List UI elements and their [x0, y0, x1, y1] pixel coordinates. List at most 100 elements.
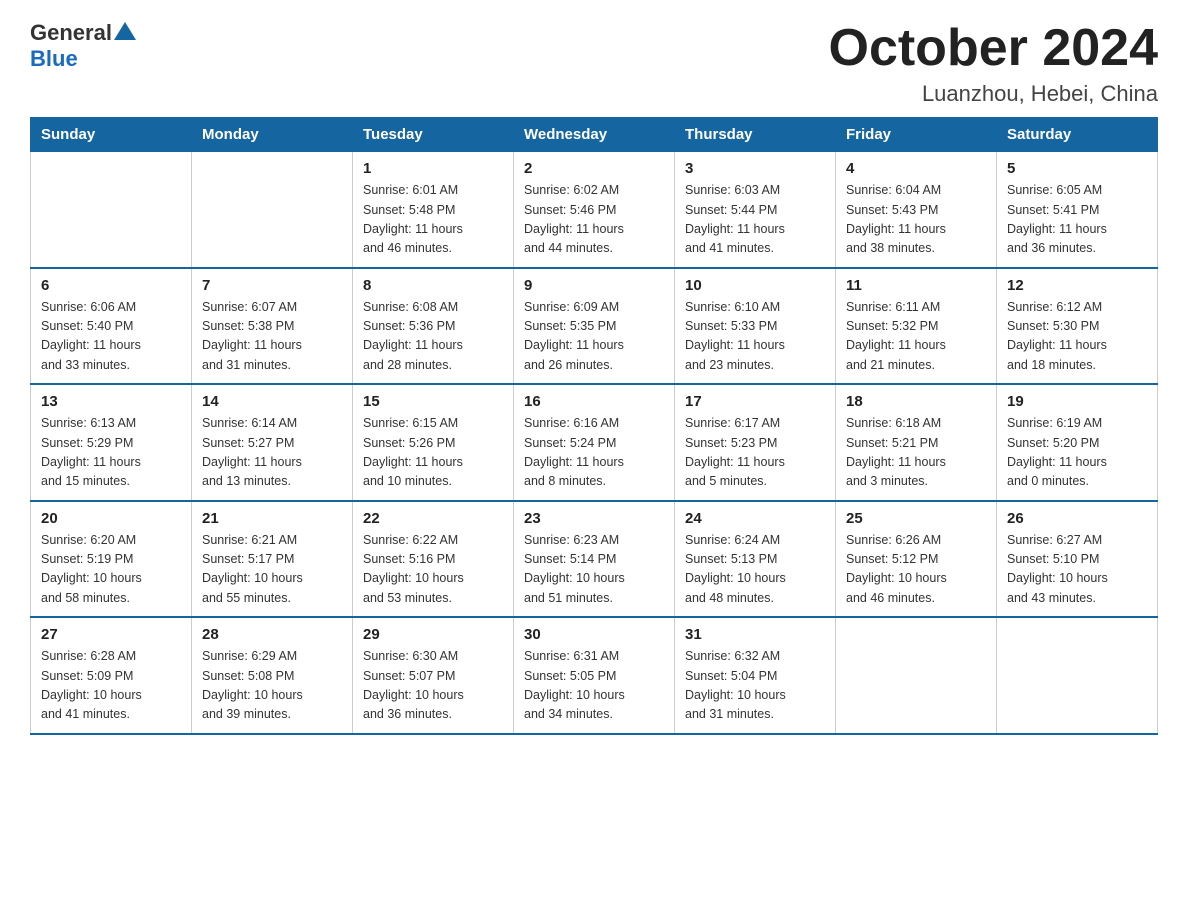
day-info: Sunrise: 6:28 AM Sunset: 5:09 PM Dayligh…	[41, 647, 181, 725]
day-number: 22	[363, 510, 503, 527]
day-number: 8	[363, 277, 503, 294]
calendar-cell: 25 Sunrise: 6:26 AM Sunset: 5:12 PM Dayli…	[836, 501, 997, 618]
page-header: General Blue October 2024 Luanzhou, Hebe…	[30, 20, 1158, 107]
day-number: 25	[846, 510, 986, 527]
day-number: 16	[524, 393, 664, 410]
day-info: Sunrise: 6:30 AM Sunset: 5:07 PM Dayligh…	[363, 647, 503, 725]
calendar-cell: 14 Sunrise: 6:14 AM Sunset: 5:27 PM Dayli…	[192, 384, 353, 501]
day-number: 10	[685, 277, 825, 294]
day-number: 11	[846, 277, 986, 294]
day-number: 3	[685, 160, 825, 177]
day-info: Sunrise: 6:08 AM Sunset: 5:36 PM Dayligh…	[363, 298, 503, 376]
week-row-4: 20Sunrise: 6:20 AM Sunset: 5:19 PM Dayli…	[31, 501, 1158, 618]
day-info: Sunrise: 6:14 AM Sunset: 5:27 PM Dayligh…	[202, 414, 342, 492]
day-number: 24	[685, 510, 825, 527]
header-saturday: Saturday	[997, 118, 1158, 152]
calendar-cell: 2Sunrise: 6:02 AM Sunset: 5:46 PM Daylig…	[514, 152, 675, 268]
day-info: Sunrise: 6:06 AM Sunset: 5:40 PM Dayligh…	[41, 298, 181, 376]
day-info: Sunrise: 6:13 AM Sunset: 5:29 PM Dayligh…	[41, 414, 181, 492]
header-wednesday: Wednesday	[514, 118, 675, 152]
day-info: Sunrise: 6:02 AM Sunset: 5:46 PM Dayligh…	[524, 181, 664, 259]
header-friday: Friday	[836, 118, 997, 152]
day-info: Sunrise: 6:32 AM Sunset: 5:04 PM Dayligh…	[685, 647, 825, 725]
calendar-cell: 16 Sunrise: 6:16 AM Sunset: 5:24 PM Dayli…	[514, 384, 675, 501]
day-info: Sunrise: 6:16 AM Sunset: 5:24 PM Dayligh…	[524, 414, 664, 492]
calendar-table: SundayMondayTuesdayWednesdayThursdayFrid…	[30, 117, 1158, 735]
calendar-cell: 19Sunrise: 6:19 AM Sunset: 5:20 PM Dayli…	[997, 384, 1158, 501]
day-number: 27	[41, 626, 181, 643]
day-info: Sunrise: 6:05 AM Sunset: 5:41 PM Dayligh…	[1007, 181, 1147, 259]
day-number: 17	[685, 393, 825, 410]
calendar-cell: 13 Sunrise: 6:13 AM Sunset: 5:29 PM Dayli…	[31, 384, 192, 501]
day-info: Sunrise: 6:24 AM Sunset: 5:13 PM Dayligh…	[685, 531, 825, 609]
day-number: 1	[363, 160, 503, 177]
day-number: 23	[524, 510, 664, 527]
header-tuesday: Tuesday	[353, 118, 514, 152]
calendar-cell: 31 Sunrise: 6:32 AM Sunset: 5:04 PM Dayli…	[675, 617, 836, 734]
day-info: Sunrise: 6:22 AM Sunset: 5:16 PM Dayligh…	[363, 531, 503, 609]
calendar-cell: 1Sunrise: 6:01 AM Sunset: 5:48 PM Daylig…	[353, 152, 514, 268]
calendar-cell: 6 Sunrise: 6:06 AM Sunset: 5:40 PM Daylig…	[31, 268, 192, 385]
day-info: Sunrise: 6:10 AM Sunset: 5:33 PM Dayligh…	[685, 298, 825, 376]
header-thursday: Thursday	[675, 118, 836, 152]
day-info: Sunrise: 6:23 AM Sunset: 5:14 PM Dayligh…	[524, 531, 664, 609]
day-number: 6	[41, 277, 181, 294]
calendar-cell: 24 Sunrise: 6:24 AM Sunset: 5:13 PM Dayli…	[675, 501, 836, 618]
day-info: Sunrise: 6:21 AM Sunset: 5:17 PM Dayligh…	[202, 531, 342, 609]
day-number: 18	[846, 393, 986, 410]
day-info: Sunrise: 6:15 AM Sunset: 5:26 PM Dayligh…	[363, 414, 503, 492]
logo: General Blue	[30, 20, 136, 72]
day-info: Sunrise: 6:17 AM Sunset: 5:23 PM Dayligh…	[685, 414, 825, 492]
calendar-cell: 28 Sunrise: 6:29 AM Sunset: 5:08 PM Dayli…	[192, 617, 353, 734]
day-info: Sunrise: 6:18 AM Sunset: 5:21 PM Dayligh…	[846, 414, 986, 492]
calendar-cell: 3Sunrise: 6:03 AM Sunset: 5:44 PM Daylig…	[675, 152, 836, 268]
calendar-cell: 29 Sunrise: 6:30 AM Sunset: 5:07 PM Dayli…	[353, 617, 514, 734]
day-number: 5	[1007, 160, 1147, 177]
day-number: 4	[846, 160, 986, 177]
calendar-cell: 4 Sunrise: 6:04 AM Sunset: 5:43 PM Daylig…	[836, 152, 997, 268]
day-info: Sunrise: 6:29 AM Sunset: 5:08 PM Dayligh…	[202, 647, 342, 725]
day-number: 13	[41, 393, 181, 410]
calendar-cell	[997, 617, 1158, 734]
calendar-cell: 11 Sunrise: 6:11 AM Sunset: 5:32 PM Dayli…	[836, 268, 997, 385]
header-monday: Monday	[192, 118, 353, 152]
calendar-cell	[31, 152, 192, 268]
calendar-cell: 20Sunrise: 6:20 AM Sunset: 5:19 PM Dayli…	[31, 501, 192, 618]
day-info: Sunrise: 6:12 AM Sunset: 5:30 PM Dayligh…	[1007, 298, 1147, 376]
calendar-cell: 22 Sunrise: 6:22 AM Sunset: 5:16 PM Dayli…	[353, 501, 514, 618]
week-row-1: 1Sunrise: 6:01 AM Sunset: 5:48 PM Daylig…	[31, 152, 1158, 268]
week-row-2: 6 Sunrise: 6:06 AM Sunset: 5:40 PM Daylig…	[31, 268, 1158, 385]
calendar-subtitle: Luanzhou, Hebei, China	[829, 81, 1159, 107]
calendar-cell: 30 Sunrise: 6:31 AM Sunset: 5:05 PM Dayli…	[514, 617, 675, 734]
calendar-cell: 15 Sunrise: 6:15 AM Sunset: 5:26 PM Dayli…	[353, 384, 514, 501]
title-block: October 2024 Luanzhou, Hebei, China	[829, 20, 1159, 107]
day-info: Sunrise: 6:20 AM Sunset: 5:19 PM Dayligh…	[41, 531, 181, 609]
calendar-cell: 12Sunrise: 6:12 AM Sunset: 5:30 PM Dayli…	[997, 268, 1158, 385]
calendar-cell: 18 Sunrise: 6:18 AM Sunset: 5:21 PM Dayli…	[836, 384, 997, 501]
day-number: 29	[363, 626, 503, 643]
calendar-title: October 2024	[829, 20, 1159, 77]
day-number: 15	[363, 393, 503, 410]
day-number: 26	[1007, 510, 1147, 527]
day-number: 28	[202, 626, 342, 643]
day-number: 19	[1007, 393, 1147, 410]
day-info: Sunrise: 6:07 AM Sunset: 5:38 PM Dayligh…	[202, 298, 342, 376]
day-info: Sunrise: 6:11 AM Sunset: 5:32 PM Dayligh…	[846, 298, 986, 376]
logo-general-text: General	[30, 20, 112, 46]
day-number: 9	[524, 277, 664, 294]
calendar-cell: 5 Sunrise: 6:05 AM Sunset: 5:41 PM Daylig…	[997, 152, 1158, 268]
day-number: 30	[524, 626, 664, 643]
day-number: 14	[202, 393, 342, 410]
day-number: 7	[202, 277, 342, 294]
day-info: Sunrise: 6:26 AM Sunset: 5:12 PM Dayligh…	[846, 531, 986, 609]
day-info: Sunrise: 6:04 AM Sunset: 5:43 PM Dayligh…	[846, 181, 986, 259]
calendar-cell: 23 Sunrise: 6:23 AM Sunset: 5:14 PM Dayli…	[514, 501, 675, 618]
calendar-header-row: SundayMondayTuesdayWednesdayThursdayFrid…	[31, 118, 1158, 152]
calendar-cell: 21 Sunrise: 6:21 AM Sunset: 5:17 PM Dayli…	[192, 501, 353, 618]
logo-triangle-icon	[114, 22, 136, 40]
day-info: Sunrise: 6:31 AM Sunset: 5:05 PM Dayligh…	[524, 647, 664, 725]
logo-blue-text: Blue	[30, 46, 78, 71]
calendar-cell: 27 Sunrise: 6:28 AM Sunset: 5:09 PM Dayli…	[31, 617, 192, 734]
day-number: 21	[202, 510, 342, 527]
day-number: 31	[685, 626, 825, 643]
